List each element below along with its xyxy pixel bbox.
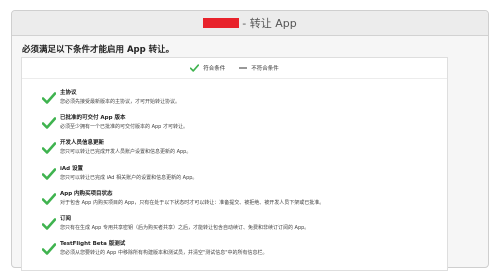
legend-not-met: 不符合条件 [239,64,279,72]
requirement-title: TestFlight Beta 版测试 [60,241,126,247]
check-icon [42,168,56,180]
legend-met-label: 符合条件 [203,66,226,72]
requirements-panel: 符合条件 不符合条件 主协议 您必须先接受最新版本的主协议，才可开始转让协议。 … [21,57,448,271]
requirement-item: TestFlight Beta 版测试 您必须从您要转让的 App 中移除所有构… [22,239,447,259]
requirement-item: 已批准的可交付 App 版本 必须至少拥有一个已批准的可交付版本的 App 才可… [22,113,447,133]
intro-text: 必须满足以下条件才能启用 App 转让。 [22,45,175,55]
check-icon [190,64,200,72]
requirement-description: 必须至少拥有一个已批准的可交付版本的 App 才可转让。 [60,124,188,130]
check-icon [42,243,56,255]
redacted-app-name [203,18,240,28]
requirement-description: 您只有在生成 App 专用共享密钥（后为购买者共享）之后，才能转让包含自动续订、… [60,225,310,231]
check-icon [42,92,56,104]
requirement-title: 主协议 [60,90,77,96]
requirement-title: 开发人员信息更新 [60,140,105,146]
legend-met: 符合条件 [190,64,225,72]
dialog-title: - 转让 App [242,17,297,30]
requirement-description: 对于包含 App 内购买项目的 App，只有在处于以下状态时才可以转让：准备提交… [60,200,325,206]
requirement-description: 您只可以转让已完成 iAd 相关账户的设置和信息更新的 App。 [60,175,198,181]
requirement-item: App 内购买项目状态 对于包含 App 内购买项目的 App，只有在处于以下状… [22,189,447,209]
dash-icon [239,67,248,69]
requirement-description: 您必须先接受最新版本的主协议，才可开始转让协议。 [60,99,181,105]
requirement-description: 您必须从您要转让的 App 中移除所有构建版本和测试员，并清空"测试信息"中的所… [60,250,268,256]
requirement-description: 您只可以转让已完成开发人员账户设置和信息更新的 App。 [60,149,192,155]
check-icon [42,117,56,129]
requirement-item: 主协议 您必须先接受最新版本的主协议，才可开始转让协议。 [22,88,447,108]
requirement-item: 订阅 您只有在生成 App 专用共享密钥（后为购买者共享）之后，才能转让包含自动… [22,214,447,234]
requirement-title: 已批准的可交付 App 版本 [60,115,126,121]
requirement-title: iAd 设置 [60,166,83,172]
legend: 符合条件 不符合条件 [22,58,447,79]
requirement-title: 订阅 [60,216,72,222]
requirement-item: 开发人员信息更新 您只可以转让已完成开发人员账户设置和信息更新的 App。 [22,138,447,158]
requirement-item: iAd 设置 您只可以转让已完成 iAd 相关账户的设置和信息更新的 App。 [22,164,447,184]
check-icon [42,193,56,205]
check-icon [42,142,56,154]
check-icon [42,218,56,230]
requirement-title: App 内购买项目状态 [60,191,113,197]
legend-not-met-label: 不符合条件 [251,66,279,72]
dialog-header: - 转让 App [12,11,488,36]
